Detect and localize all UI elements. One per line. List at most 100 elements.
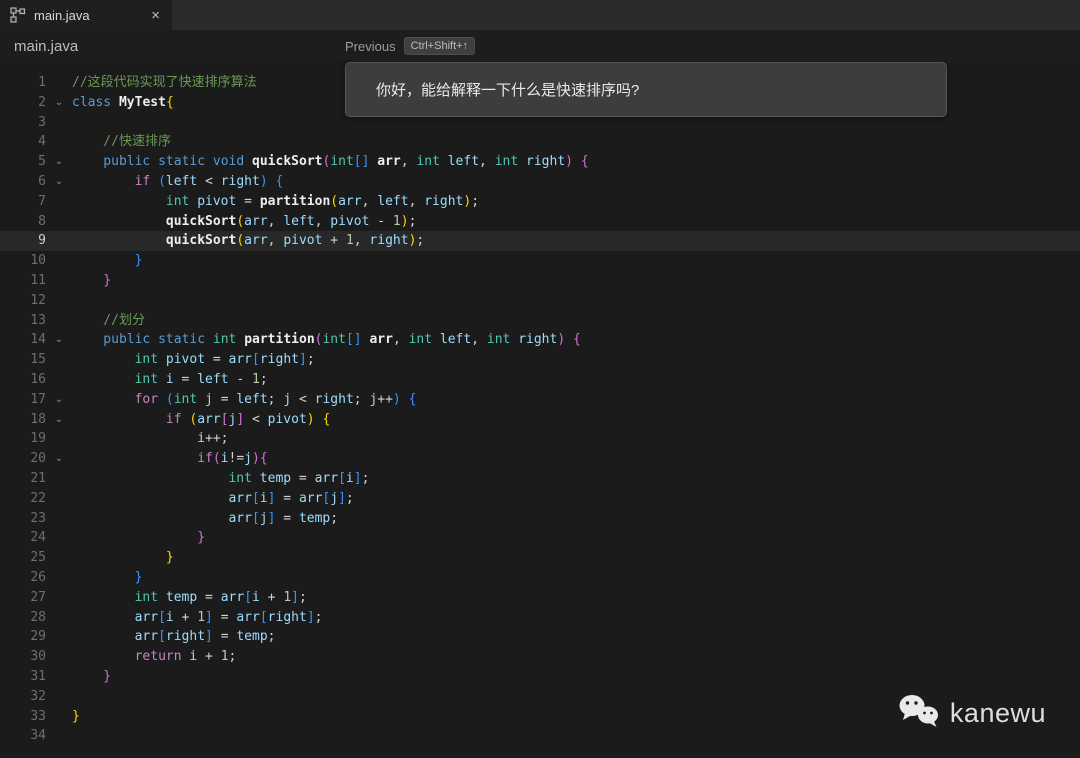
fold-chevron-icon[interactable]: ⌄ <box>46 93 72 113</box>
line-number: 34 <box>30 728 46 744</box>
code-token: ; <box>408 213 417 229</box>
code-token: temp <box>298 510 331 526</box>
code-token: < <box>291 391 315 407</box>
code-line: 31} <box>0 667 1080 687</box>
code-token: void <box>212 154 245 170</box>
code-token: int <box>322 332 346 348</box>
code-content: } <box>72 271 1080 291</box>
code-token: } <box>72 708 80 724</box>
tab-main-java[interactable]: main.java × <box>0 0 172 30</box>
line-number: 7 <box>38 193 46 209</box>
chat-question-text: 你好，能给解释一下什么是快速排序吗? <box>376 82 640 99</box>
code-token: int <box>228 470 252 486</box>
line-number: 2 <box>38 94 46 110</box>
code-token: arr <box>197 411 221 427</box>
line-number: 18 <box>30 411 46 427</box>
code-token: ] <box>205 609 213 625</box>
line-number: 11 <box>30 272 46 288</box>
fold-gutter <box>46 528 72 548</box>
code-token: static <box>158 154 206 170</box>
breadcrumb[interactable]: main.java <box>0 38 78 55</box>
code-token: i <box>345 470 354 486</box>
code-token: if <box>197 451 213 467</box>
code-token: , <box>361 193 378 209</box>
code-editor[interactable]: 1//这段代码实现了快速排序算法 2 ⌄ class MyTest{3 4//快速排序 5… <box>0 62 1080 758</box>
code-line: 30 return i + 1; <box>0 647 1080 667</box>
fold-chevron-icon[interactable]: ⌄ <box>46 449 72 469</box>
line-number: 30 <box>30 649 46 665</box>
code-token: static <box>158 332 206 348</box>
code-token: = <box>275 510 299 526</box>
code-line: 6 ⌄ if (left < right) { <box>0 172 1080 192</box>
code-token: for <box>134 391 159 407</box>
fold-gutter <box>46 231 72 251</box>
watermark: kanewu <box>898 693 1046 734</box>
fold-chevron-icon[interactable]: ⌄ <box>46 410 72 430</box>
code-line: 17 ⌄ for (int j = left; j < right; j++) { <box>0 390 1080 410</box>
code-token: , <box>408 193 425 209</box>
code-content: } <box>72 528 1080 548</box>
code-token: arr <box>228 352 253 368</box>
code-token: int <box>494 154 519 170</box>
line-number: 6 <box>38 173 46 189</box>
code-token: left <box>377 193 409 209</box>
previous-shortcut-badge: Ctrl+Shift+↑ <box>403 37 476 55</box>
fold-gutter <box>46 469 72 489</box>
code-content: quickSort(arr, pivot + 1, right); <box>72 231 1080 251</box>
code-token: [ <box>158 609 166 625</box>
code-token: left <box>439 332 472 348</box>
code-token: ] <box>306 609 315 625</box>
code-token: ] <box>205 629 213 645</box>
code-token: ; <box>228 649 237 665</box>
code-token: left <box>447 154 480 170</box>
fold-chevron-icon[interactable]: ⌄ <box>46 152 72 172</box>
code-token: ) <box>306 411 315 427</box>
close-icon[interactable]: × <box>149 8 162 23</box>
code-token: MyTest <box>118 94 166 110</box>
code-token: temp <box>236 629 268 645</box>
code-token: , <box>314 213 331 229</box>
line-number: 17 <box>30 391 46 407</box>
code-token: right <box>314 391 354 407</box>
code-token: left <box>165 173 198 189</box>
code-token: if <box>134 173 151 189</box>
line-number: 15 <box>30 352 46 368</box>
code-token: arr <box>244 233 268 249</box>
code-token: right <box>518 332 558 348</box>
fold-chevron-icon[interactable]: ⌄ <box>46 330 72 350</box>
code-token: ( <box>158 173 166 189</box>
fold-chevron-icon[interactable]: ⌄ <box>46 172 72 192</box>
fold-chevron-icon[interactable]: ⌄ <box>46 390 72 410</box>
code-token: { <box>408 391 417 407</box>
editor-header-row: main.java Previous Ctrl+Shift+↑ <box>0 30 1080 62</box>
code-content: int temp = arr[i + 1]; <box>72 588 1080 608</box>
fold-gutter <box>46 608 72 628</box>
code-token: ) <box>557 332 566 348</box>
fold-gutter <box>46 627 72 647</box>
code-token: 1 <box>252 371 260 387</box>
code-token: arr <box>314 470 339 486</box>
code-content: int pivot = arr[right]; <box>72 350 1080 370</box>
code-content: if (arr[j] < pivot) { <box>72 410 1080 430</box>
line-number: 21 <box>30 470 46 486</box>
code-token: ; <box>259 371 268 387</box>
code-token: [ <box>251 490 260 506</box>
code-content: arr[i] = arr[j]; <box>72 489 1080 509</box>
code-content <box>72 291 1080 311</box>
previous-label[interactable]: Previous <box>345 39 396 54</box>
code-token: pivot <box>197 193 237 209</box>
code-content: int temp = arr[i]; <box>72 469 1080 489</box>
code-token: ; <box>471 193 480 209</box>
code-token: ( <box>236 213 245 229</box>
code-token: partition <box>244 332 315 348</box>
code-token: [ <box>252 352 260 368</box>
fold-gutter <box>46 548 72 568</box>
java-file-structure-icon <box>10 7 26 23</box>
